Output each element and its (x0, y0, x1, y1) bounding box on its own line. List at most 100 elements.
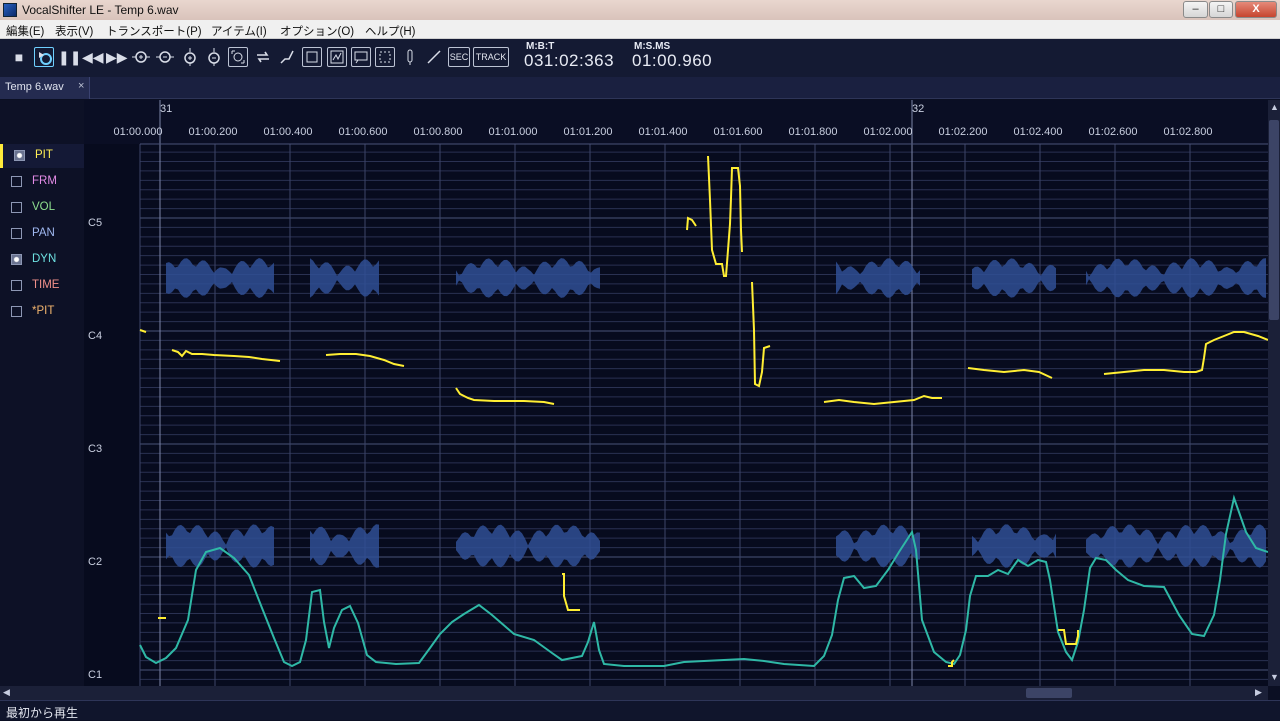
tab-close-icon[interactable]: × (78, 80, 84, 92)
layer-dyn[interactable]: DYN (0, 248, 84, 272)
dynamics-curve[interactable] (139, 494, 1268, 668)
snap-icon[interactable] (277, 47, 297, 67)
layer-label: VOL (32, 201, 56, 213)
pitch-segment[interactable] (967, 367, 1053, 379)
zoom-out-h-icon[interactable] (155, 47, 175, 67)
select-box-icon[interactable] (302, 47, 322, 67)
layer-vol[interactable]: VOL (0, 196, 84, 220)
stop-icon[interactable]: ■ (9, 47, 29, 67)
time-label: 01:00.600 (339, 126, 388, 138)
select-region-icon[interactable] (375, 47, 395, 67)
time-label: 01:02.000 (864, 126, 913, 138)
fit-icon[interactable] (228, 47, 248, 67)
checkbox-icon[interactable] (11, 176, 22, 187)
line-icon[interactable] (424, 47, 444, 67)
tab-bar: Temp 6.wav × (0, 77, 1280, 99)
pitch-segment[interactable] (1103, 331, 1268, 375)
pitch-curves[interactable] (139, 155, 1268, 667)
bar-label: 31 (160, 103, 172, 115)
pitch-segment[interactable] (562, 573, 580, 611)
scroll-thumb[interactable] (1269, 120, 1279, 320)
time-label: 01:00.800 (414, 126, 463, 138)
checkbox-icon[interactable] (11, 202, 22, 213)
scroll-left-icon[interactable]: ◀ (3, 687, 10, 698)
tab-temp6[interactable]: Temp 6.wav × (0, 77, 90, 99)
pitch-segment[interactable] (139, 329, 147, 333)
layer-pit[interactable]: PIT (0, 144, 84, 168)
scroll-right-icon[interactable]: ▶ (1255, 687, 1262, 698)
layer-label: PIT (35, 149, 53, 161)
checkbox-icon[interactable] (11, 254, 22, 265)
pitch-label-c1: C1 (88, 669, 102, 681)
scroll-down-icon[interactable]: ▼ (1270, 672, 1279, 682)
select-pitch-icon[interactable] (327, 47, 347, 67)
waveform (166, 258, 1266, 568)
waveform-segment (1086, 258, 1266, 298)
pitch-label-c4: C4 (88, 330, 102, 342)
time-label: 01:01.200 (564, 126, 613, 138)
sec-button[interactable]: SEC (448, 47, 470, 67)
time-grid (139, 100, 1268, 686)
pitch-label-c3: C3 (88, 443, 102, 455)
scroll-thumb[interactable] (1026, 688, 1072, 698)
vertical-scrollbar[interactable]: ▲ ▼ (1268, 100, 1280, 686)
bar-label: 32 (912, 103, 924, 115)
maximize-button[interactable]: □ (1209, 1, 1233, 18)
pitch-label-c5: C5 (88, 217, 102, 229)
time-label: 01:02.600 (1089, 126, 1138, 138)
pitch-segment[interactable] (455, 387, 555, 405)
mbt-counter: 031:02:363 (524, 51, 615, 70)
waveform-segment (456, 524, 600, 568)
zoom-in-h-icon[interactable] (131, 47, 151, 67)
layer-label: TIME (32, 279, 60, 291)
layer-label: PAN (32, 227, 55, 239)
minimize-button[interactable]: – (1183, 1, 1208, 18)
pitch-segment[interactable] (707, 155, 743, 277)
close-button[interactable]: X (1235, 1, 1277, 18)
scroll-up-icon[interactable]: ▲ (1270, 102, 1279, 112)
time-label: 01:01.600 (714, 126, 763, 138)
select-note-icon[interactable] (351, 47, 371, 67)
layer-pan[interactable]: PAN (0, 222, 84, 246)
waveform-segment (1086, 524, 1266, 568)
layer-frm[interactable]: FRM (0, 170, 84, 194)
menu-edit[interactable]: 編集(E) (6, 23, 44, 39)
menu-help[interactable]: ヘルプ(H) (365, 23, 415, 39)
status-text: 最初から再生 (6, 706, 79, 720)
zoom-in-v-icon[interactable] (180, 47, 200, 67)
checkbox-icon[interactable] (11, 228, 22, 239)
toolbar: ■ ❚❚ ◀◀ ▶▶ SEC TRACK M:B:T 031:02:363 M:… (0, 39, 1280, 77)
pitch-segment[interactable] (751, 281, 771, 388)
play-from-start-icon[interactable] (34, 47, 54, 67)
window-title: VocalShifter LE - Temp 6.wav (22, 3, 179, 17)
checkbox-icon[interactable] (11, 280, 22, 291)
time-label: 01:01.000 (489, 126, 538, 138)
title-bar: VocalShifter LE - Temp 6.wav – □ X (0, 0, 1280, 20)
layer-star-pit[interactable]: *PIT (0, 300, 84, 324)
menu-transport[interactable]: トランスポート(P) (106, 23, 202, 39)
rewind-icon[interactable]: ◀◀ (82, 47, 104, 67)
msms-counter: 01:00.960 (632, 51, 713, 70)
track-button[interactable]: TRACK (473, 47, 509, 67)
layer-time[interactable]: TIME (0, 274, 84, 298)
layer-sidebar: PIT FRM VOL PAN DYN TIME *PIT (0, 100, 84, 686)
loop-icon[interactable] (253, 47, 273, 67)
pitch-editor[interactable]: 31 32 01:00.000 01:00.200 01:00.400 01:00.6… (84, 100, 1268, 686)
pen-icon[interactable] (400, 47, 420, 67)
menu-view[interactable]: 表示(V) (55, 23, 93, 39)
menu-options[interactable]: オプション(O) (280, 23, 354, 39)
checkbox-icon[interactable] (11, 306, 22, 317)
time-label: 01:00.400 (264, 126, 313, 138)
checkbox-icon[interactable] (14, 150, 25, 161)
waveform-segment (310, 524, 379, 568)
pause-icon[interactable]: ❚❚ (58, 47, 81, 67)
menu-item[interactable]: アイテム(I) (211, 23, 267, 39)
fast-forward-icon[interactable]: ▶▶ (106, 47, 128, 67)
zoom-out-v-icon[interactable] (204, 47, 224, 67)
waveform-segment (166, 258, 274, 298)
tab-label: Temp 6.wav (5, 81, 64, 93)
waveform-segment (836, 524, 920, 568)
horizontal-scrollbar[interactable]: ◀ ▶ (0, 686, 1268, 700)
pitch-label-c2: C2 (88, 556, 102, 568)
pitch-segment[interactable] (686, 216, 697, 231)
